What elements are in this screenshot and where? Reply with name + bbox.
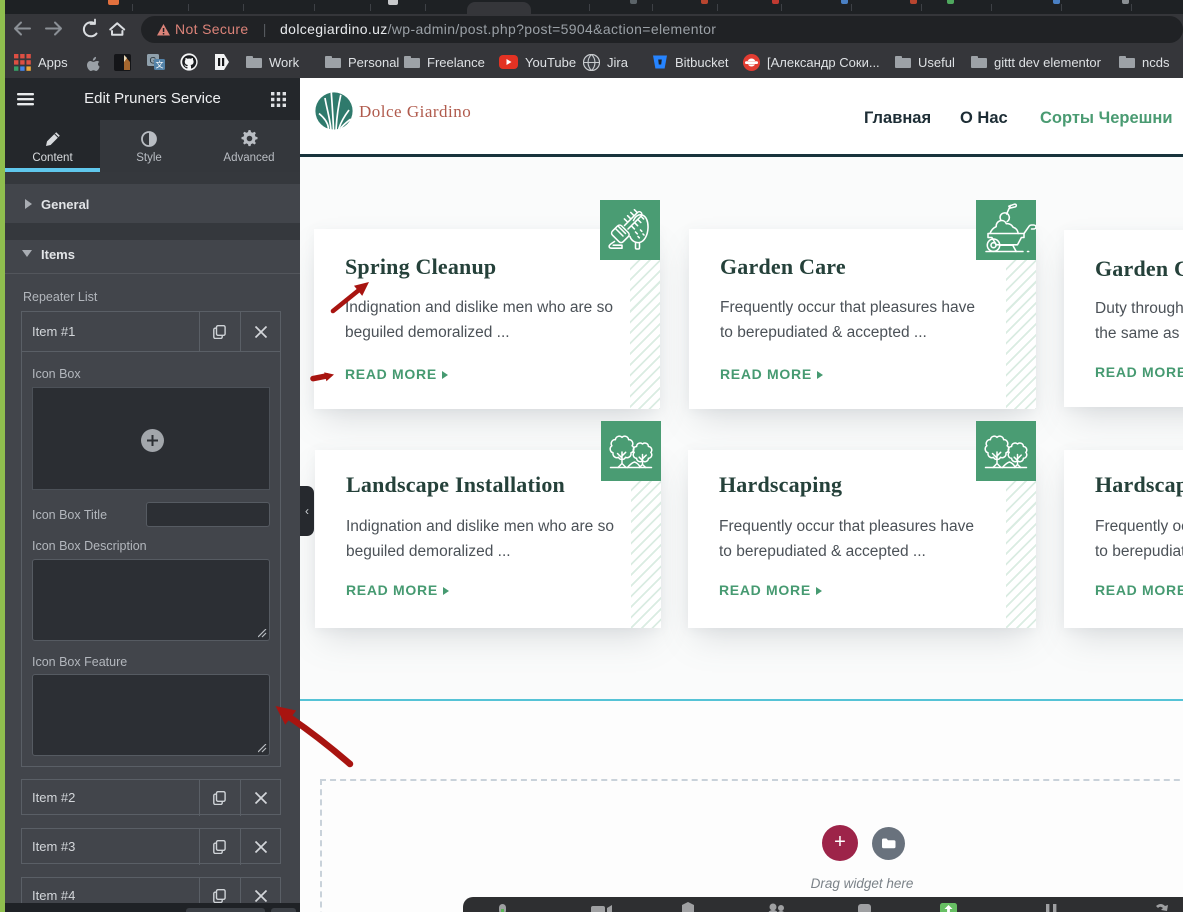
svg-text:文: 文: [156, 60, 164, 70]
